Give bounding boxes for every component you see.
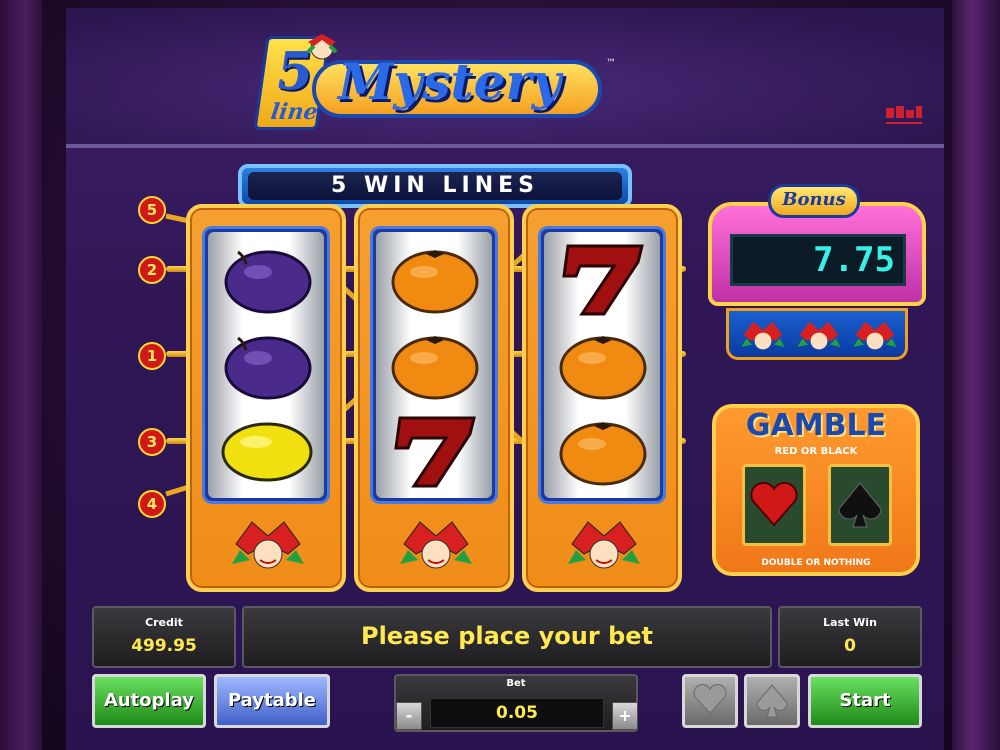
gamble-panel: GAMBLE RED OR BLACK DOUBLE OR NOTHING	[712, 404, 920, 576]
win-lines-label: 5 WIN LINES	[248, 172, 622, 200]
gamble-red-card[interactable]	[742, 464, 806, 546]
seven-icon	[394, 416, 476, 488]
line-number-1: 1	[138, 342, 166, 370]
spade-icon	[838, 482, 882, 528]
seven-icon	[562, 244, 644, 316]
win-lines-banner: 5 WIN LINES	[238, 164, 632, 208]
reel-1-window	[202, 226, 330, 504]
paytable-button[interactable]: Paytable	[214, 674, 330, 728]
bet-panel: Bet 0.05	[394, 674, 638, 732]
slot-machine: 5 line Mystery ™ 5 2 1 3 4 5 WIN LINES 7…	[66, 8, 944, 750]
brand-logo-icon	[886, 106, 922, 124]
credit-label: Credit	[145, 616, 183, 629]
orange-icon	[391, 336, 479, 400]
logo-banner: Mystery	[312, 52, 602, 118]
last-win-label: Last Win	[823, 616, 877, 629]
mini-joker-icon	[741, 321, 785, 350]
right-side-decor	[952, 0, 1000, 750]
logo-line-text: line	[269, 99, 320, 125]
bet-label: Bet	[506, 678, 526, 689]
trademark-mark: ™	[606, 58, 616, 69]
orange-icon	[391, 250, 479, 314]
status-message: Please place your bet	[360, 622, 653, 650]
gamble-subtitle: RED OR BLACK	[774, 446, 858, 457]
start-button[interactable]: Start	[808, 674, 922, 728]
orange-icon	[559, 422, 647, 486]
bet-increase-button[interactable]: +	[612, 702, 638, 730]
bet-decrease-button[interactable]: -	[396, 702, 422, 730]
joker-icon	[400, 521, 472, 569]
credit-panel: Credit 499.95	[92, 606, 236, 668]
logo-word: Mystery	[338, 52, 561, 111]
gamble-black-card[interactable]	[828, 464, 892, 546]
line-number-3: 3	[138, 428, 166, 456]
machine-header: 5 line Mystery ™	[66, 8, 944, 148]
bet-value-box: 0.05	[430, 698, 604, 728]
reel-1	[186, 204, 346, 592]
plum-icon	[224, 250, 312, 314]
reel-3	[522, 204, 682, 592]
plum-icon	[224, 336, 312, 400]
joker-icon	[232, 521, 304, 569]
reel-3-strip	[544, 232, 660, 498]
heart-outline-icon	[693, 684, 727, 714]
mini-joker-icon	[797, 321, 841, 350]
bet-value: 0.05	[496, 703, 538, 723]
reel-1-strip	[208, 232, 324, 498]
logo-joker-icon	[306, 34, 338, 60]
lemon-icon	[221, 422, 313, 482]
line-number-4: 4	[138, 490, 166, 518]
message-panel: Please place your bet	[242, 606, 772, 668]
gamble-title: GAMBLE	[745, 408, 887, 443]
reel-3-window	[538, 226, 666, 504]
slot-game-stage: 5 line Mystery ™ 5 2 1 3 4 5 WIN LINES 7…	[0, 0, 1000, 750]
bonus-title: Bonus	[768, 184, 860, 218]
reel-2-strip	[376, 232, 492, 498]
last-win-value: 0	[844, 636, 856, 656]
bonus-value: 7.75	[730, 234, 906, 286]
autoplay-button[interactable]: Autoplay	[92, 674, 206, 728]
bonus-joker-row	[726, 308, 908, 360]
joker-icon	[568, 521, 640, 569]
credit-value: 499.95	[131, 636, 197, 656]
heart-icon	[750, 481, 798, 527]
auto-black-toggle[interactable]	[744, 674, 800, 728]
reel-2-window	[370, 226, 498, 504]
left-side-decor	[0, 0, 42, 750]
gamble-footer: DOUBLE OR NOTHING	[761, 558, 871, 568]
last-win-panel: Last Win 0	[778, 606, 922, 668]
game-logo: 5 line Mystery ™	[252, 30, 616, 136]
spade-outline-icon	[756, 684, 788, 718]
auto-red-toggle[interactable]	[682, 674, 738, 728]
line-number-5: 5	[138, 196, 166, 224]
reel-2	[354, 204, 514, 592]
orange-icon	[559, 336, 647, 400]
mini-joker-icon	[853, 321, 897, 350]
line-number-2: 2	[138, 256, 166, 284]
